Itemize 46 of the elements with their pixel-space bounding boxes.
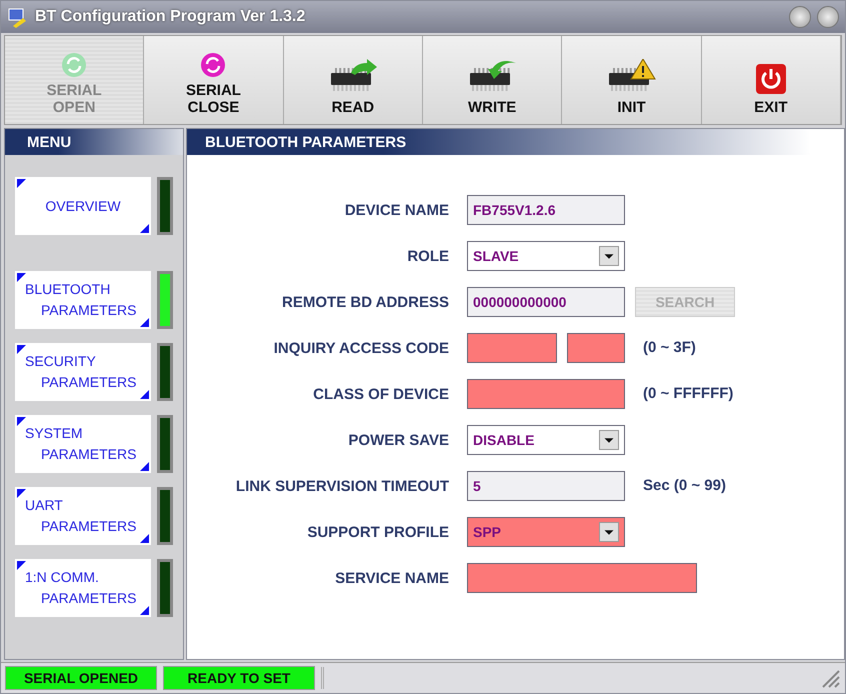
toolbar-button[interactable]: INIT: [562, 36, 702, 124]
status-panel: SERIAL OPENED: [5, 666, 157, 690]
field-label: DEVICE NAME: [344, 202, 449, 218]
input-field[interactable]: FB755V1.2.6: [467, 195, 625, 225]
window-title: BT Configuration Program Ver 1.3.2: [35, 8, 306, 26]
field-label: POWER SAVE: [348, 432, 449, 448]
caret-icon: [599, 430, 619, 450]
range-hint: (0 ~ FFFFFF): [643, 385, 734, 402]
menu-header: MENU: [5, 129, 183, 155]
menu-item[interactable]: OVERVIEW: [15, 177, 151, 235]
field-label: ROLE: [407, 248, 449, 264]
dropdown[interactable]: DISABLE: [467, 425, 625, 455]
input-field[interactable]: 5: [467, 471, 625, 501]
field-label: CLASS OF DEVICE: [313, 386, 449, 402]
menu-item[interactable]: UART PARAMETERS: [15, 487, 151, 545]
field-label: SERVICE NAME: [335, 570, 449, 586]
dropdown[interactable]: SPP: [467, 517, 625, 547]
close-button[interactable]: [817, 6, 839, 28]
caret-icon: [599, 522, 619, 542]
menu-item[interactable]: SECURITY PARAMETERS: [15, 343, 151, 401]
status-panel: READY TO SET: [163, 666, 315, 690]
input-field[interactable]: [467, 563, 697, 593]
menu-item[interactable]: 1:N COMM. PARAMETERS: [15, 559, 151, 617]
input-field[interactable]: 000000000000: [467, 287, 625, 317]
toolbar-button[interactable]: EXIT: [702, 36, 841, 124]
dropdown[interactable]: SLAVE: [467, 241, 625, 271]
toolbar-button[interactable]: SERIAL CLOSE: [144, 36, 284, 124]
input-field[interactable]: [567, 333, 625, 363]
refresh-icon: [200, 52, 226, 78]
menu-item[interactable]: SYSTEM PARAMETERS: [15, 415, 151, 473]
input-field[interactable]: [467, 333, 557, 363]
field-label: LINK SUPERVISION TIMEOUT: [236, 478, 449, 494]
caret-icon: [599, 246, 619, 266]
input-field[interactable]: [467, 379, 625, 409]
toolbar-button[interactable]: READ: [284, 36, 423, 124]
app-icon: [7, 6, 29, 28]
field-label: REMOTE BD ADDRESS: [282, 294, 449, 310]
refresh-icon: [61, 52, 88, 78]
toolbar-button[interactable]: WRITE: [422, 36, 562, 124]
menu-item[interactable]: BLUETOOTH PARAMETERS: [15, 271, 151, 329]
field-label: SUPPORT PROFILE: [307, 524, 449, 540]
range-hint: (0 ~ 3F): [643, 339, 696, 356]
range-hint: Sec (0 ~ 99): [643, 477, 726, 494]
minimize-button[interactable]: [789, 6, 811, 28]
field-label: INQUIRY ACCESS CODE: [274, 340, 449, 356]
power-icon: [754, 63, 787, 95]
